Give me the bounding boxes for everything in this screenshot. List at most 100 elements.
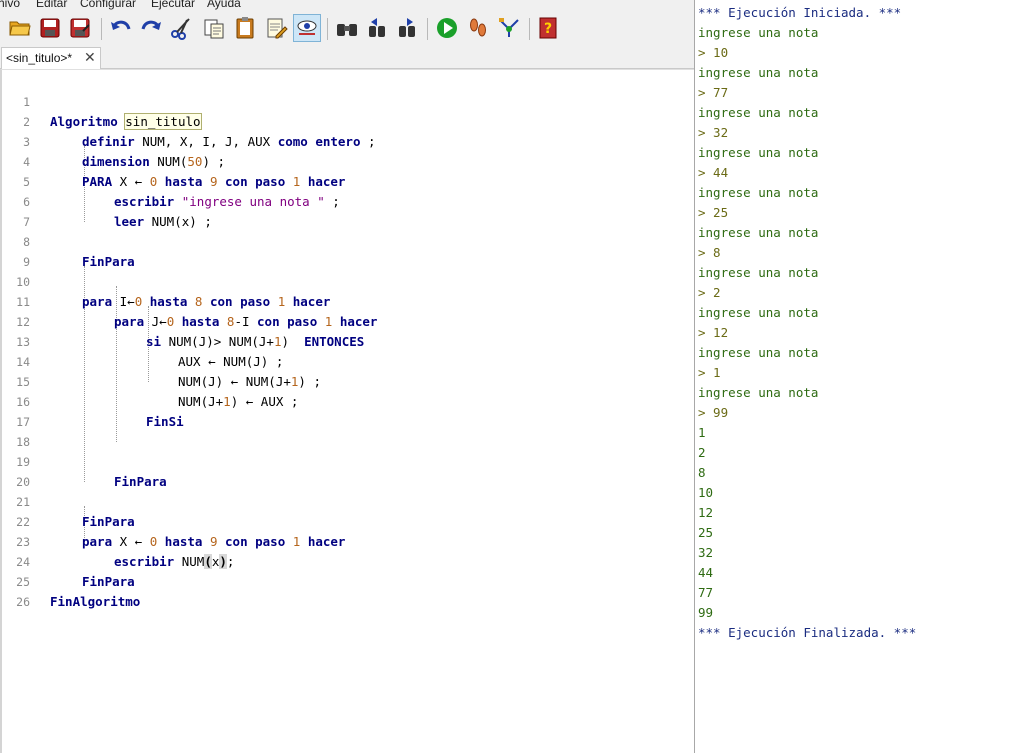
code-editor[interactable]: 1 Algoritmo sin_titulo 2 definir NUM, X,… — [0, 69, 694, 753]
help-icon: ? — [539, 17, 557, 39]
console-output: 10 — [698, 485, 714, 500]
console-start: *** Ejecución Iniciada. *** — [698, 5, 902, 20]
toolbar: ? — [0, 10, 695, 46]
cut-icon — [171, 18, 190, 40]
code-line: 25 FinAlgoritmo — [2, 552, 692, 609]
console-prompt: ingrese una nota — [698, 265, 819, 280]
svg-text:?: ? — [544, 21, 552, 37]
console-input: > 12 — [698, 325, 729, 340]
console-prompt: ingrese una nota — [698, 65, 819, 80]
code-line: 19 FinPara — [2, 432, 692, 489]
code-line: 20 — [2, 452, 692, 489]
toolbar-separator — [101, 18, 102, 40]
console-output: 1 — [698, 425, 706, 440]
console-input: > 1 — [698, 365, 721, 380]
menu-editar[interactable]: Editar — [36, 0, 67, 10]
save-icon — [40, 18, 60, 38]
tab-label: <sin_titulo>* — [6, 51, 73, 65]
code-line: 26 — [2, 572, 692, 609]
console-output: 99 — [698, 605, 714, 620]
console-prompt: ingrese una nota — [698, 145, 819, 160]
search-next-button[interactable] — [394, 15, 420, 41]
copy-button[interactable] — [201, 15, 227, 41]
open-button[interactable] — [7, 15, 33, 41]
run-button[interactable] — [434, 15, 460, 41]
console-input: > 8 — [698, 245, 721, 260]
search-prev-icon — [369, 18, 385, 37]
step-by-step-button[interactable] — [293, 14, 321, 42]
console-prompt: ingrese una nota — [698, 225, 819, 240]
flowchart-button[interactable] — [496, 15, 522, 41]
code-line: 6 leer NUM(x) ; — [2, 172, 692, 229]
console-input: > 25 — [698, 205, 729, 220]
paste-button[interactable] — [232, 15, 258, 41]
code-line: 21 FinPara — [2, 472, 692, 529]
console-output: 32 — [698, 545, 714, 560]
open-folder-icon — [9, 21, 31, 36]
console-input: > 99 — [698, 405, 729, 420]
undo-button[interactable] — [108, 15, 134, 41]
search-prev-button[interactable] — [364, 15, 390, 41]
menu-bar: hivo Editar Configurar Ejecutar Ayuda — [0, 0, 695, 10]
code-line: 9 — [2, 232, 692, 269]
console-prompt: ingrese una nota — [698, 385, 819, 400]
console-output: 2 — [698, 445, 706, 460]
redo-button[interactable] — [138, 15, 164, 41]
console-output: 8 — [698, 465, 706, 480]
cut-button[interactable] — [168, 15, 194, 41]
code-line: 22 para X ← 0 hasta 9 con paso 1 hacer — [2, 492, 692, 549]
execution-console[interactable]: *** Ejecución Iniciada. *** ingrese una … — [694, 0, 1018, 753]
toolbar-separator — [529, 18, 530, 40]
console-prompt: ingrese una nota — [698, 105, 819, 120]
redo-icon — [141, 20, 161, 30]
search-button[interactable] — [334, 15, 360, 41]
code-line: 3 dimension NUM(50) ; — [2, 112, 692, 169]
help-button[interactable]: ? — [536, 15, 562, 41]
code-line: 17 — [2, 392, 692, 429]
tab-sin-titulo[interactable]: <sin_titulo>* ✕ — [1, 47, 101, 69]
step-run-button[interactable] — [465, 15, 491, 41]
search-next-icon — [399, 18, 415, 37]
console-output: 25 — [698, 525, 714, 540]
run-icon — [437, 18, 457, 38]
code-line: 4 PARA X ← 0 hasta 9 con paso 1 hacer — [2, 132, 692, 189]
console-end: *** Ejecución Finalizada. *** — [698, 625, 917, 640]
console-prompt: ingrese una nota — [698, 345, 819, 360]
code-line: 14 NUM(J) ← NUM(J+1) ; — [2, 332, 692, 389]
console-prompt: ingrese una nota — [698, 305, 819, 320]
code-line: 7 — [2, 192, 692, 229]
menu-ejecutar[interactable]: Ejecutar — [151, 0, 195, 10]
console-input: > 77 — [698, 85, 729, 100]
save-as-button[interactable] — [67, 15, 93, 41]
code-line: 11 para J←0 hasta 8-I con paso 1 hacer — [2, 272, 692, 329]
console-input: > 32 — [698, 125, 729, 140]
console-output: 77 — [698, 585, 714, 600]
code-line: 16 FinSi — [2, 372, 692, 429]
save-as-icon — [70, 18, 90, 38]
menu-archivo[interactable]: hivo — [0, 0, 20, 10]
console-input: > 10 — [698, 45, 729, 60]
code-line: 23 escribir NUM(x); — [2, 512, 692, 569]
toolbar-separator — [427, 18, 428, 40]
flowchart-icon — [499, 18, 519, 37]
code-line: 2 definir NUM, X, I, J, AUX como entero … — [2, 92, 692, 149]
code-line: 13 AUX ← NUM(J) ; — [2, 312, 692, 369]
footsteps-icon — [470, 18, 486, 37]
menu-ayuda[interactable]: Ayuda — [207, 0, 241, 10]
paste-icon — [236, 17, 254, 39]
tab-bar: <sin_titulo>* ✕ — [0, 46, 695, 69]
code-line: 24 FinPara — [2, 532, 692, 589]
console-output: 44 — [698, 565, 714, 580]
console-input: > 44 — [698, 165, 729, 180]
save-button[interactable] — [37, 15, 63, 41]
edit-button[interactable] — [263, 15, 289, 41]
menu-configurar[interactable]: Configurar — [80, 0, 136, 10]
code-line: 8 FinPara — [2, 212, 692, 269]
eye-step-icon — [297, 20, 317, 35]
close-icon[interactable]: ✕ — [84, 49, 96, 66]
binoculars-icon — [337, 24, 357, 36]
console-prompt: ingrese una nota — [698, 25, 819, 40]
console-input: > 2 — [698, 285, 721, 300]
undo-icon — [111, 20, 131, 30]
code-line: 18 — [2, 412, 692, 449]
